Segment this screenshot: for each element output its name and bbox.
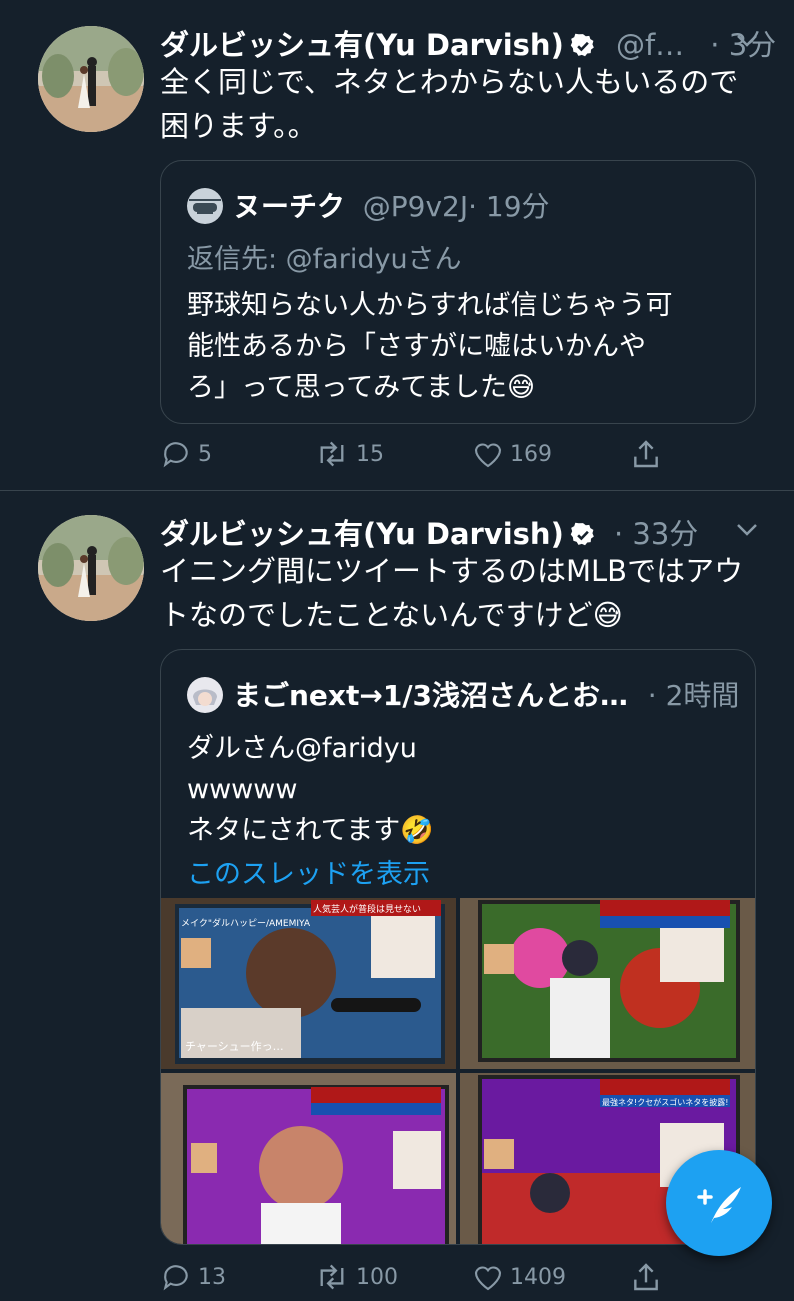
quote-text-line: 能性あるから「さすがに嘘はいかんや — [187, 331, 646, 362]
quote-handle: @P9v2J — [362, 190, 469, 223]
media-image-1[interactable]: メイク"ダルハッピー/AMEMIYA 人気芸人が普段は見せない チャーシュー作っ… — [161, 898, 456, 1069]
quoted-tweet[interactable]: まごnext→1/3浅沼さんとお… · 2時間 ダルさん@faridyu www… — [160, 649, 756, 1245]
tweet-text-line: 全く同じで、ネタとわからない人もいるので — [160, 65, 739, 99]
tweet-text: イニング間にツイートするのはMLBではアウ トなのでしたことないんですけど😅 — [160, 549, 743, 637]
compose-tweet-button[interactable] — [666, 1150, 772, 1256]
tweet-time[interactable]: · 33分 — [614, 517, 698, 551]
media-sub-caption: 最強ネタ!クセがスゴいネタを披露! — [602, 1097, 728, 1107]
verified-badge-icon — [570, 32, 596, 58]
quote-text: 野球知らない人からすれば信じちゃう可 能性あるから「さすがに嘘はいかんや ろ」っ… — [187, 285, 672, 408]
media-banner: 人気芸人が普段は見せない — [313, 903, 421, 915]
tv-screen-image-icon: メイク"ダルハッピー/AMEMIYA 人気芸人が普段は見せない チャーシュー作っ… — [161, 898, 456, 1069]
quote-author: ヌーチク — [233, 190, 346, 223]
tweet-1[interactable]: ダルビッシュ有(Yu Darvish) @f… · 3分 全く同じで、ネタとわか… — [0, 0, 794, 490]
quote-text: ダルさん@faridyu wwwww ネタにされてます🤣 — [187, 728, 434, 851]
author-name[interactable]: ダルビッシュ有(Yu Darvish) — [160, 517, 564, 551]
retweet-button[interactable]: 100 — [314, 1261, 398, 1293]
quote-text-line: ろ」って思ってみてました😅 — [187, 372, 536, 403]
chevron-down-icon[interactable] — [736, 34, 758, 48]
quote-time: · 19分 — [468, 190, 550, 223]
wedding-photo-icon — [38, 26, 144, 132]
compose-tweet-icon — [697, 1187, 741, 1223]
retweet-count: 15 — [356, 441, 384, 467]
tweet-2[interactable]: ダルビッシュ有(Yu Darvish) · 33分 イニング間にツイートするのは… — [0, 491, 794, 1291]
chevron-down-icon[interactable] — [736, 523, 758, 537]
share-button[interactable] — [630, 1261, 668, 1293]
tweet-text: 全く同じで、ネタとわからない人もいるので 困ります。。 — [160, 60, 738, 148]
share-icon — [634, 1263, 658, 1291]
like-count: 169 — [510, 441, 552, 467]
verified-badge-icon — [570, 521, 596, 547]
tweet-header: ダルビッシュ有(Yu Darvish) · 33分 — [160, 511, 698, 553]
tv-screen-image-icon — [460, 898, 755, 1069]
tweet-actions: 5 15 169 — [160, 438, 720, 478]
quote-text-line: ダルさん@faridyu — [187, 733, 417, 764]
reply-count: 13 — [198, 1264, 226, 1290]
like-button[interactable]: 169 — [472, 438, 552, 470]
quote-header: ヌーチク @P9v2J· 19分 — [187, 185, 550, 225]
author-name[interactable]: ダルビッシュ有(Yu Darvish) — [160, 28, 564, 62]
media-caption: メイク"ダルハッピー/AMEMIYA — [181, 917, 311, 929]
tweet-actions: 13 100 1409 — [160, 1261, 720, 1301]
quote-avatar-anime-icon — [187, 677, 223, 713]
quote-text-line: ネタにされてます🤣 — [187, 815, 434, 846]
like-button[interactable]: 1409 — [472, 1261, 566, 1293]
like-count: 1409 — [510, 1264, 566, 1290]
reply-button[interactable]: 5 — [160, 438, 212, 470]
quote-author: まごnext→1/3浅沼さんとお… — [233, 679, 629, 712]
quote-header: まごnext→1/3浅沼さんとお… · 2時間 — [187, 674, 739, 714]
show-thread-link[interactable]: このスレッドを表示 — [187, 854, 430, 895]
quoted-tweet[interactable]: ヌーチク @P9v2J· 19分 返信先: @faridyuさん 野球知らない人… — [160, 160, 756, 424]
heart-icon — [474, 443, 502, 468]
reply-to: 返信先: @faridyuさん — [187, 244, 462, 275]
quote-text-line: wwwww — [187, 774, 298, 805]
avatar[interactable] — [38, 515, 144, 621]
media-bottom-caption: チャーシュー作っ… — [185, 1040, 284, 1053]
reply-count: 5 — [198, 441, 212, 467]
retweet-count: 100 — [356, 1264, 398, 1290]
author-handle[interactable]: @f… — [616, 28, 684, 62]
heart-icon — [474, 1266, 502, 1291]
quote-time: · 2時間 — [647, 679, 740, 712]
avatar[interactable] — [38, 26, 144, 132]
tweet-text-line: 困ります。。 — [160, 109, 317, 143]
reply-icon — [163, 1265, 188, 1291]
tweet-header: ダルビッシュ有(Yu Darvish) @f… · 3分 — [160, 22, 776, 64]
media-grid: メイク"ダルハッピー/AMEMIYA 人気芸人が普段は見せない チャーシュー作っ… — [161, 898, 755, 1244]
tweet-text-line: イニング間にツイートするのはMLBではアウ — [160, 554, 744, 588]
quote-avatar-helicopter-icon — [187, 188, 223, 224]
reply-icon — [163, 442, 188, 468]
retweet-icon — [320, 441, 344, 467]
retweet-icon — [320, 1264, 344, 1290]
retweet-button[interactable]: 15 — [314, 438, 384, 470]
wedding-photo-icon — [38, 515, 144, 621]
reply-button[interactable]: 13 — [160, 1261, 226, 1293]
quote-text-line: 野球知らない人からすれば信じちゃう可 — [187, 290, 673, 321]
tweet-text-line: トなのでしたことないんですけど😅 — [160, 598, 623, 632]
share-button[interactable] — [630, 438, 668, 470]
share-icon — [634, 440, 658, 468]
media-image-2[interactable] — [460, 898, 755, 1069]
media-image-3[interactable] — [161, 1073, 456, 1244]
tv-screen-image-icon — [161, 1073, 456, 1244]
